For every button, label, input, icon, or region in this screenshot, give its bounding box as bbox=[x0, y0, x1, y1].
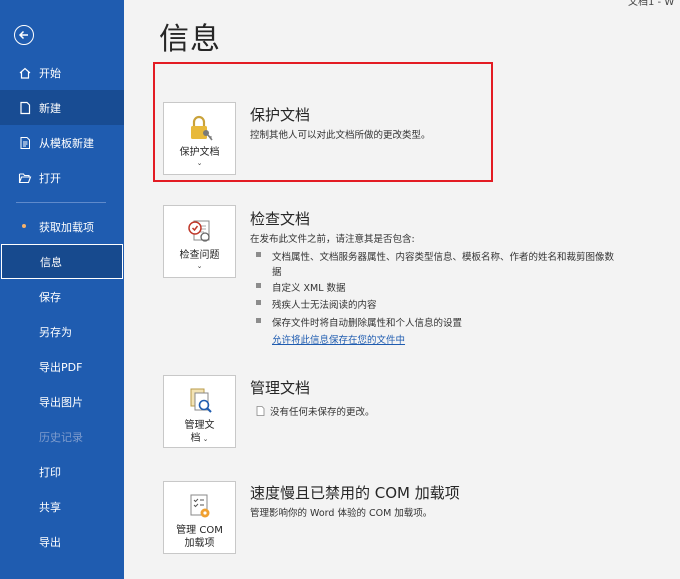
manage-document-icon bbox=[190, 388, 212, 413]
protect-document-button[interactable]: 保护文档 ⌄ bbox=[163, 102, 236, 175]
bullet-square-icon bbox=[256, 300, 261, 305]
manage-title: 管理文档 bbox=[250, 379, 311, 397]
sidebar-item-label: 从模板新建 bbox=[39, 136, 94, 150]
allow-save-info-link[interactable]: 允许将此信息保存在您的文件中 bbox=[272, 332, 405, 346]
chevron-down-icon: ⌄ bbox=[196, 159, 203, 167]
sidebar-item-label: 信息 bbox=[40, 255, 62, 269]
sidebar-item-share[interactable]: 共享 bbox=[0, 489, 124, 524]
com-description: 管理影响你的 Word 体验的 COM 加载项。 bbox=[250, 508, 433, 519]
sidebar-item-label: 共享 bbox=[39, 500, 61, 514]
sidebar-divider bbox=[16, 202, 106, 203]
page-title: 信息 bbox=[159, 22, 221, 57]
sidebar-item-open[interactable]: 打开 bbox=[0, 160, 124, 195]
sidebar-item-label: 导出PDF bbox=[39, 360, 83, 374]
inspect-title: 检查文档 bbox=[250, 210, 311, 228]
sidebar-item-label: 保存 bbox=[39, 290, 61, 304]
lock-key-icon bbox=[190, 115, 213, 141]
bullet-square-icon bbox=[256, 283, 261, 288]
sidebar-item-label: 新建 bbox=[39, 101, 61, 115]
chevron-down-icon: ⌄ bbox=[200, 435, 209, 443]
sidebar-item-new-from-template[interactable]: 从模板新建 bbox=[0, 125, 124, 160]
bullet-square-icon bbox=[256, 252, 261, 257]
sidebar-item-label: 打印 bbox=[39, 465, 61, 479]
chevron-down-icon: ⌄ bbox=[196, 262, 203, 270]
back-button[interactable] bbox=[14, 25, 34, 45]
manage-document-button[interactable]: 管理文 档 ⌄ bbox=[163, 375, 236, 448]
backstage-sidebar: 开始 新建 从模板新建 打开 获取加载项 信息 保存 另存为 导出PDF 导出图… bbox=[0, 0, 124, 579]
sidebar-item-label: 另存为 bbox=[39, 325, 72, 339]
new-document-icon bbox=[20, 101, 31, 114]
sidebar-item-label: 打开 bbox=[39, 171, 61, 185]
inspect-description: 在发布此文件之前，请注意其是否包含: bbox=[250, 234, 415, 245]
com-tile-label: 管理 COM 加载项 bbox=[176, 525, 223, 549]
sidebar-item-export-image[interactable]: 导出图片 bbox=[0, 384, 124, 419]
sidebar-item-export-pdf[interactable]: 导出PDF bbox=[0, 349, 124, 384]
back-arrow-icon bbox=[18, 30, 28, 40]
template-icon bbox=[20, 136, 30, 149]
sidebar-item-label: 开始 bbox=[39, 66, 61, 80]
sidebar-item-export[interactable]: 导出 bbox=[0, 524, 124, 559]
sidebar-item-label: 导出图片 bbox=[39, 395, 83, 409]
sidebar-item-print[interactable]: 打印 bbox=[0, 454, 124, 489]
manage-tile-label: 管理文 档 ⌄ bbox=[184, 420, 215, 444]
home-icon bbox=[19, 67, 31, 79]
sidebar-item-info[interactable]: 信息 bbox=[1, 244, 123, 279]
sidebar-item-save-as[interactable]: 另存为 bbox=[0, 314, 124, 349]
document-icon bbox=[256, 406, 265, 416]
bullet-square-icon bbox=[256, 318, 261, 323]
manage-com-addins-button[interactable]: 管理 COM 加载项 bbox=[163, 481, 236, 554]
sidebar-item-label: 导出 bbox=[39, 535, 61, 549]
protect-tile-label: 保护文档 bbox=[179, 147, 220, 158]
sidebar-item-new[interactable]: 新建 bbox=[0, 90, 124, 125]
sidebar-item-home[interactable]: 开始 bbox=[0, 55, 124, 90]
com-addins-icon bbox=[190, 494, 209, 518]
check-issues-button[interactable]: 检查问题 ⌄ bbox=[163, 205, 236, 278]
com-title: 速度慢且已禁用的 COM 加载项 bbox=[250, 484, 460, 502]
folder-open-icon bbox=[18, 172, 32, 183]
sidebar-item-label: 获取加载项 bbox=[39, 220, 94, 234]
window-title-fragment: 文档1 - W bbox=[628, 0, 675, 8]
protect-description: 控制其他人可以对此文档所做的更改类型。 bbox=[250, 130, 431, 141]
sidebar-item-get-addins[interactable]: 获取加载项 bbox=[0, 209, 124, 244]
check-issues-label: 检查问题 bbox=[179, 250, 220, 261]
sidebar-item-save[interactable]: 保存 bbox=[0, 279, 124, 314]
inspect-document-icon bbox=[187, 220, 210, 242]
sidebar-item-history: 历史记录 bbox=[0, 419, 124, 454]
manage-description: 没有任何未保存的更改。 bbox=[256, 404, 375, 418]
protect-title: 保护文档 bbox=[250, 106, 311, 124]
sidebar-item-label: 历史记录 bbox=[39, 430, 83, 444]
